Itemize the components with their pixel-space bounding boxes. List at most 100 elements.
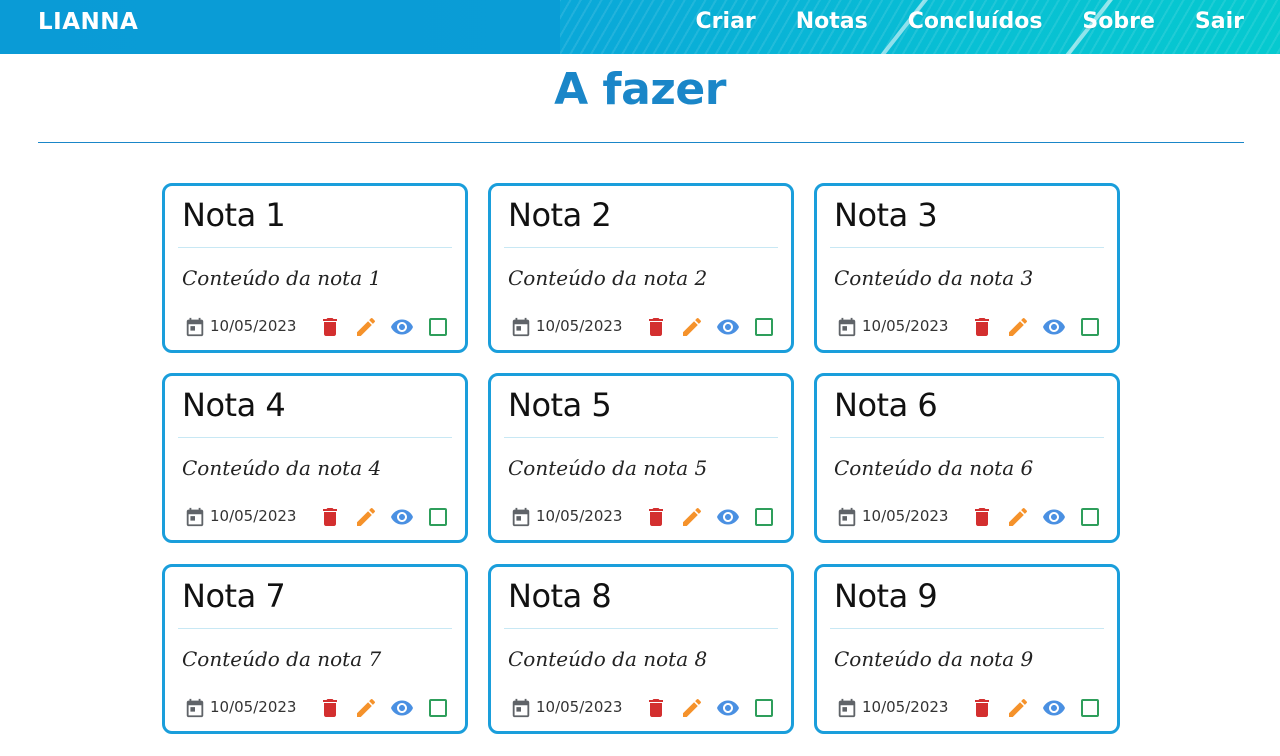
checkbox-icon[interactable] xyxy=(1078,505,1102,529)
note-card: Nota 7 Conteúdo da nota 7 10/05/2023 xyxy=(162,564,468,734)
calendar-icon xyxy=(836,316,858,338)
checkbox-icon[interactable] xyxy=(752,315,776,339)
note-content: Conteúdo da nota 8 xyxy=(508,647,708,671)
trash-icon[interactable] xyxy=(318,696,342,720)
note-content: Conteúdo da nota 7 xyxy=(182,647,382,671)
pencil-icon[interactable] xyxy=(354,696,378,720)
note-divider xyxy=(178,247,452,248)
calendar-icon xyxy=(510,697,532,719)
trash-icon[interactable] xyxy=(644,505,668,529)
note-divider xyxy=(504,437,778,438)
trash-icon[interactable] xyxy=(318,505,342,529)
nav-link-notas[interactable]: Notas xyxy=(796,9,868,34)
note-title: Nota 5 xyxy=(508,386,612,424)
nav-link-concluidos[interactable]: Concluídos xyxy=(908,9,1043,34)
calendar-icon xyxy=(184,506,206,528)
note-card: Nota 2 Conteúdo da nota 2 10/05/2023 xyxy=(488,183,794,353)
calendar-icon xyxy=(184,697,206,719)
note-divider xyxy=(504,247,778,248)
note-card: Nota 6 Conteúdo da nota 6 10/05/2023 xyxy=(814,373,1120,543)
note-title: Nota 4 xyxy=(182,386,286,424)
checkbox-icon[interactable] xyxy=(426,696,450,720)
page-title: A fazer xyxy=(554,64,726,115)
pencil-icon[interactable] xyxy=(354,315,378,339)
pencil-icon[interactable] xyxy=(680,315,704,339)
calendar-icon xyxy=(836,697,858,719)
note-date: 10/05/2023 xyxy=(862,507,949,525)
note-title: Nota 1 xyxy=(182,196,286,234)
note-divider xyxy=(504,628,778,629)
eye-icon[interactable] xyxy=(716,505,740,529)
eye-icon[interactable] xyxy=(1042,696,1066,720)
note-date: 10/05/2023 xyxy=(210,317,297,335)
note-divider xyxy=(178,437,452,438)
checkbox-icon[interactable] xyxy=(752,696,776,720)
eye-icon[interactable] xyxy=(390,696,414,720)
checkbox-icon[interactable] xyxy=(752,505,776,529)
trash-icon[interactable] xyxy=(318,315,342,339)
checkbox-icon[interactable] xyxy=(426,505,450,529)
pencil-icon[interactable] xyxy=(680,505,704,529)
note-content: Conteúdo da nota 9 xyxy=(834,647,1034,671)
note-content: Conteúdo da nota 1 xyxy=(182,266,382,290)
note-footer: 10/05/2023 xyxy=(184,695,454,719)
note-footer: 10/05/2023 xyxy=(510,695,780,719)
note-footer: 10/05/2023 xyxy=(836,695,1106,719)
eye-icon[interactable] xyxy=(716,696,740,720)
note-card: Nota 5 Conteúdo da nota 5 10/05/2023 xyxy=(488,373,794,543)
nav-link-sobre[interactable]: Sobre xyxy=(1082,9,1154,34)
note-footer: 10/05/2023 xyxy=(836,504,1106,528)
checkbox-icon[interactable] xyxy=(1078,315,1102,339)
title-divider xyxy=(38,142,1244,143)
brand-logo[interactable]: LIANNA xyxy=(38,9,138,35)
trash-icon[interactable] xyxy=(644,696,668,720)
note-content: Conteúdo da nota 2 xyxy=(508,266,708,290)
note-content: Conteúdo da nota 6 xyxy=(834,456,1034,480)
eye-icon[interactable] xyxy=(1042,505,1066,529)
note-divider xyxy=(830,247,1104,248)
note-content: Conteúdo da nota 5 xyxy=(508,456,708,480)
navbar: LIANNA Criar Notas Concluídos Sobre Sair xyxy=(0,0,1280,54)
note-card: Nota 1 Conteúdo da nota 1 10/05/2023 xyxy=(162,183,468,353)
note-title: Nota 9 xyxy=(834,577,938,615)
trash-icon[interactable] xyxy=(970,505,994,529)
note-footer: 10/05/2023 xyxy=(510,504,780,528)
note-title: Nota 8 xyxy=(508,577,612,615)
nav-link-sair[interactable]: Sair xyxy=(1195,9,1244,34)
trash-icon[interactable] xyxy=(970,315,994,339)
note-date: 10/05/2023 xyxy=(862,698,949,716)
trash-icon[interactable] xyxy=(970,696,994,720)
calendar-icon xyxy=(510,316,532,338)
nav-link-criar[interactable]: Criar xyxy=(696,9,756,34)
note-date: 10/05/2023 xyxy=(210,698,297,716)
note-footer: 10/05/2023 xyxy=(184,314,454,338)
calendar-icon xyxy=(510,506,532,528)
note-card: Nota 8 Conteúdo da nota 8 10/05/2023 xyxy=(488,564,794,734)
note-footer: 10/05/2023 xyxy=(510,314,780,338)
note-date: 10/05/2023 xyxy=(536,317,623,335)
note-date: 10/05/2023 xyxy=(536,507,623,525)
note-date: 10/05/2023 xyxy=(210,507,297,525)
eye-icon[interactable] xyxy=(390,505,414,529)
eye-icon[interactable] xyxy=(1042,315,1066,339)
checkbox-icon[interactable] xyxy=(426,315,450,339)
pencil-icon[interactable] xyxy=(1006,696,1030,720)
note-date: 10/05/2023 xyxy=(536,698,623,716)
calendar-icon xyxy=(184,316,206,338)
note-divider xyxy=(178,628,452,629)
calendar-icon xyxy=(836,506,858,528)
checkbox-icon[interactable] xyxy=(1078,696,1102,720)
trash-icon[interactable] xyxy=(644,315,668,339)
eye-icon[interactable] xyxy=(390,315,414,339)
note-divider xyxy=(830,628,1104,629)
note-footer: 10/05/2023 xyxy=(836,314,1106,338)
note-title: Nota 2 xyxy=(508,196,612,234)
note-title: Nota 7 xyxy=(182,577,286,615)
pencil-icon[interactable] xyxy=(680,696,704,720)
pencil-icon[interactable] xyxy=(1006,505,1030,529)
eye-icon[interactable] xyxy=(716,315,740,339)
nav-links: Criar Notas Concluídos Sobre Sair xyxy=(696,9,1244,34)
pencil-icon[interactable] xyxy=(354,505,378,529)
note-title: Nota 3 xyxy=(834,196,938,234)
pencil-icon[interactable] xyxy=(1006,315,1030,339)
